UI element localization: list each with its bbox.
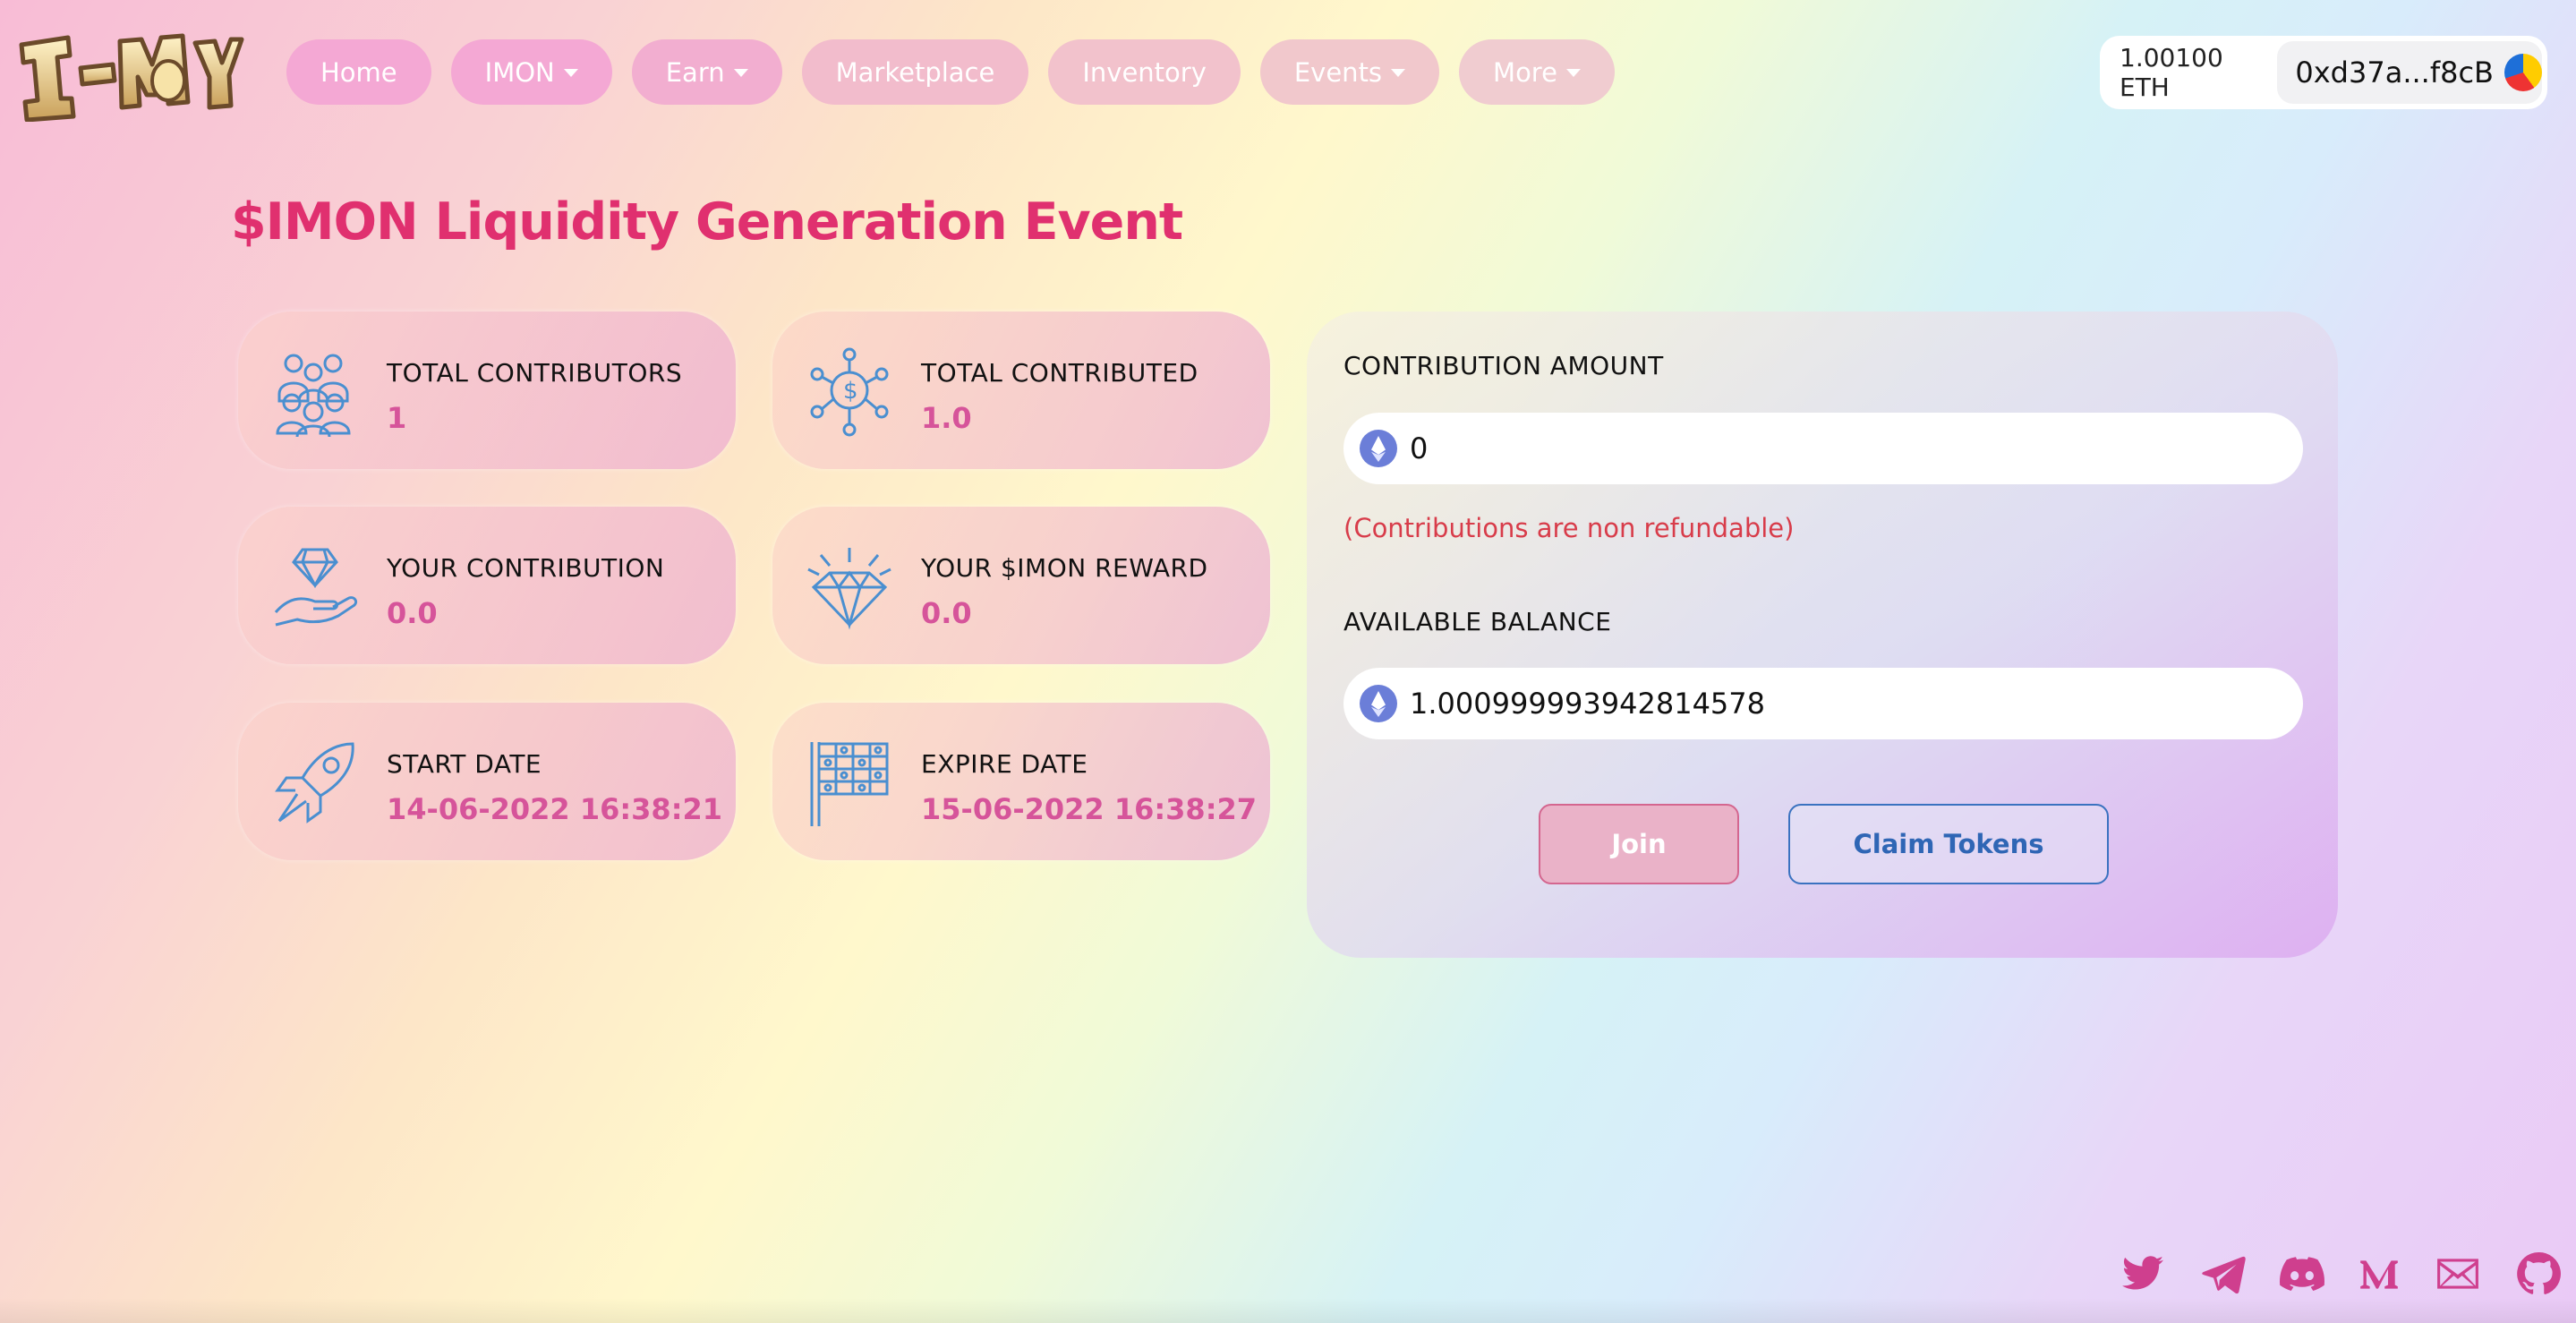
stat-value: 14-06-2022 16:38:21 <box>387 792 723 826</box>
stat-value: 0.0 <box>921 596 972 630</box>
stat-label: YOUR $IMON REWARD <box>921 553 1208 583</box>
nav-inventory[interactable]: Inventory <box>1048 39 1241 105</box>
nav-label: More <box>1493 56 1557 88</box>
stat-label: EXPIRE DATE <box>921 749 1088 779</box>
main-nav: Home IMON Earn Marketplace Inventory Eve… <box>286 39 1615 105</box>
stat-value: 1.0 <box>921 401 972 435</box>
stat-label: START DATE <box>387 749 542 779</box>
contribution-amount-input[interactable] <box>1410 431 2215 465</box>
stat-card-total-contributors: TOTAL CONTRIBUTORS 1 <box>238 312 736 469</box>
hand-diamond-icon <box>274 548 358 627</box>
stat-value: 0.0 <box>387 596 438 630</box>
wallet-address: 0xd37a...f8cB <box>2295 55 2494 90</box>
nav-label: Events <box>1293 56 1383 88</box>
contribution-amount-field[interactable] <box>1343 413 2303 484</box>
nav-events-dropdown[interactable]: Events <box>1259 39 1440 105</box>
wallet-widget: 1.00100 ETH 0xd37a...f8cB <box>2100 36 2547 109</box>
caret-down-icon <box>1565 69 1581 77</box>
stat-card-expire-date: EXPIRE DATE 15-06-2022 16:38:27 <box>772 703 1270 860</box>
nav-label: Home <box>320 56 397 88</box>
stat-label: YOUR CONTRIBUTION <box>387 553 665 583</box>
wallet-address-button[interactable]: 0xd37a...f8cB <box>2277 41 2542 104</box>
network-dollar-icon: $ <box>810 347 889 437</box>
ethereum-icon <box>1360 430 1397 467</box>
available-balance-field <box>1343 668 2303 739</box>
stat-value: 1 <box>387 401 407 435</box>
caret-down-icon <box>733 69 748 77</box>
stat-value: 15-06-2022 16:38:27 <box>921 792 1258 826</box>
page-title: $IMON Liquidity Generation Event <box>231 192 1183 252</box>
nav-label: IMON <box>484 56 555 88</box>
discord-icon[interactable] <box>2279 1251 2325 1296</box>
stat-label: TOTAL CONTRIBUTORS <box>387 358 683 388</box>
non-refundable-note: (Contributions are non refundable) <box>1343 513 1795 543</box>
stat-card-total-contributed: $ TOTAL CONTRIBUTED 1.0 <box>772 312 1270 469</box>
twitter-icon[interactable] <box>2120 1251 2166 1296</box>
claim-tokens-button[interactable]: Claim Tokens <box>1788 804 2109 884</box>
contribution-amount-label: CONTRIBUTION AMOUNT <box>1343 351 1664 380</box>
wallet-avatar-icon <box>2504 54 2542 91</box>
nav-earn-dropdown[interactable]: Earn <box>631 39 782 105</box>
available-balance-input <box>1410 687 2215 721</box>
stat-card-your-contribution: YOUR CONTRIBUTION 0.0 <box>238 507 736 664</box>
nav-label: Inventory <box>1082 56 1207 88</box>
checkered-flag-icon <box>810 742 889 826</box>
nav-more-dropdown[interactable]: More <box>1459 39 1615 105</box>
nav-imon-dropdown[interactable]: IMON <box>450 39 612 105</box>
ethereum-icon <box>1360 685 1397 722</box>
github-icon[interactable] <box>2515 1251 2562 1296</box>
nav-home[interactable]: Home <box>286 39 431 105</box>
medium-icon[interactable] <box>2356 1251 2402 1296</box>
svg-text:$: $ <box>843 378 858 405</box>
bottom-shadow <box>0 1298 2576 1323</box>
wallet-balance: 1.00100 ETH <box>2120 43 2223 102</box>
caret-down-icon <box>1391 69 1406 77</box>
telegram-icon[interactable] <box>2200 1251 2247 1296</box>
nav-marketplace[interactable]: Marketplace <box>801 39 1029 105</box>
mail-icon[interactable] <box>2435 1251 2481 1296</box>
stat-card-start-date: START DATE 14-06-2022 16:38:21 <box>238 703 736 860</box>
i-mon-logo[interactable] <box>16 25 244 122</box>
stat-card-your-reward: YOUR $IMON REWARD 0.0 <box>772 507 1270 664</box>
stat-label: TOTAL CONTRIBUTED <box>921 358 1198 388</box>
caret-down-icon <box>563 69 578 77</box>
contribution-panel: CONTRIBUTION AMOUNT (Contributions are n… <box>1307 312 2338 958</box>
available-balance-label: AVAILABLE BALANCE <box>1343 607 1612 636</box>
nav-label: Marketplace <box>835 56 995 88</box>
rocket-icon <box>275 742 354 824</box>
join-button[interactable]: Join <box>1539 804 1739 884</box>
nav-label: Earn <box>665 56 725 88</box>
diamond-icon <box>807 548 891 630</box>
people-icon <box>276 354 351 437</box>
